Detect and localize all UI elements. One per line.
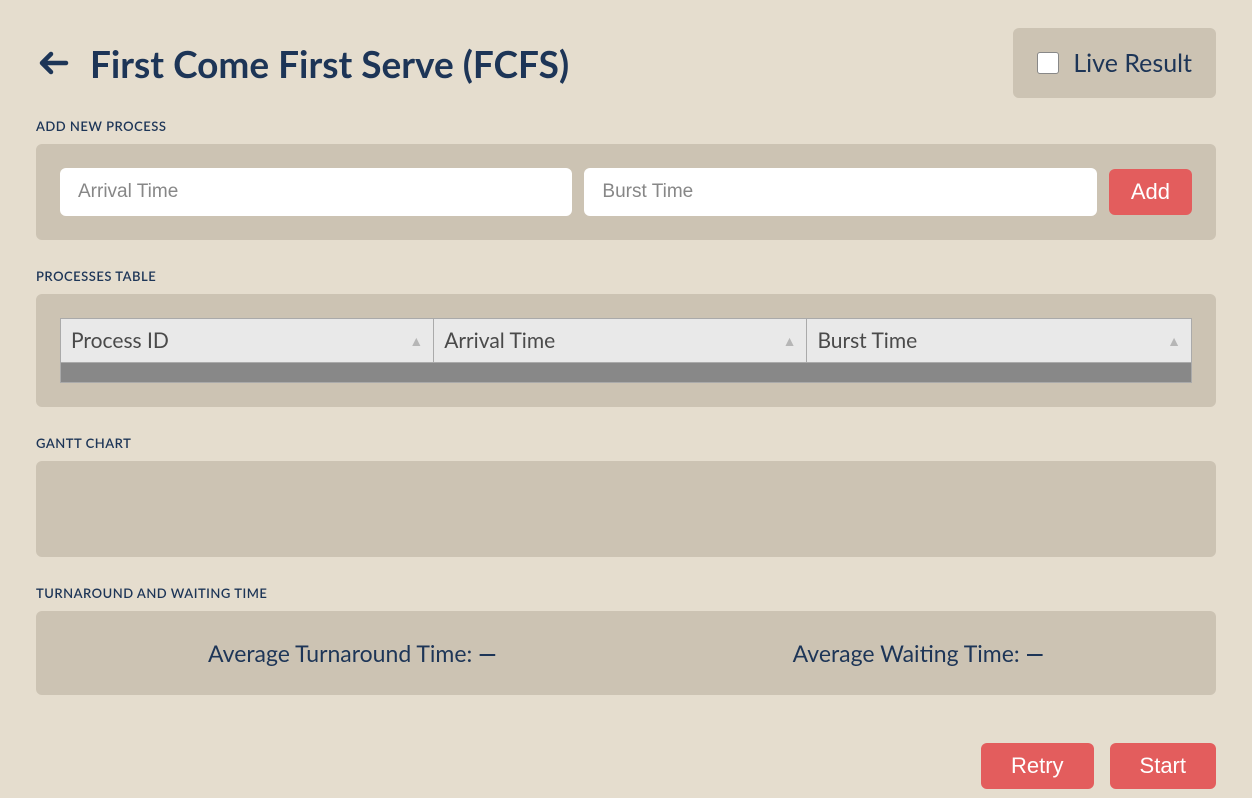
back-arrow-icon[interactable] (36, 45, 72, 81)
turnaround-panel: Average Turnaround Time: — Average Waiti… (36, 611, 1216, 695)
sort-icon: ▲ (783, 334, 797, 348)
add-process-panel: Add (36, 144, 1216, 240)
add-button[interactable]: Add (1109, 169, 1192, 215)
processes-table: Process ID ▲ Arrival Time ▲ Burst Time ▲ (60, 318, 1192, 363)
table-empty-body (60, 363, 1192, 383)
column-header-process-id[interactable]: Process ID ▲ (61, 319, 434, 363)
processes-table-panel: Process ID ▲ Arrival Time ▲ Burst Time ▲ (36, 294, 1216, 407)
live-result-toggle[interactable]: Live Result (1013, 28, 1216, 98)
processes-table-label: PROCESSES TABLE (36, 268, 1216, 284)
live-result-checkbox[interactable] (1037, 52, 1059, 74)
start-button[interactable]: Start (1110, 743, 1216, 789)
footer-buttons: Retry Start (36, 743, 1216, 789)
page-title: First Come First Serve (FCFS) (90, 41, 569, 86)
burst-time-input[interactable] (584, 168, 1096, 216)
sort-icon: ▲ (1167, 334, 1181, 348)
column-header-burst-time[interactable]: Burst Time ▲ (807, 319, 1192, 363)
column-header-arrival-time[interactable]: Arrival Time ▲ (434, 319, 807, 363)
live-result-label: Live Result (1073, 48, 1192, 78)
turnaround-label: TURNAROUND AND WAITING TIME (36, 585, 1216, 601)
avg-waiting-time: Average Waiting Time: — (793, 639, 1044, 667)
add-new-process-label: ADD NEW PROCESS (36, 118, 1216, 134)
gantt-chart-label: GANTT CHART (36, 435, 1216, 451)
avg-turnaround-time: Average Turnaround Time: — (208, 639, 497, 667)
sort-icon: ▲ (409, 334, 423, 348)
retry-button[interactable]: Retry (981, 743, 1094, 789)
arrival-time-input[interactable] (60, 168, 572, 216)
gantt-chart-panel (36, 461, 1216, 557)
